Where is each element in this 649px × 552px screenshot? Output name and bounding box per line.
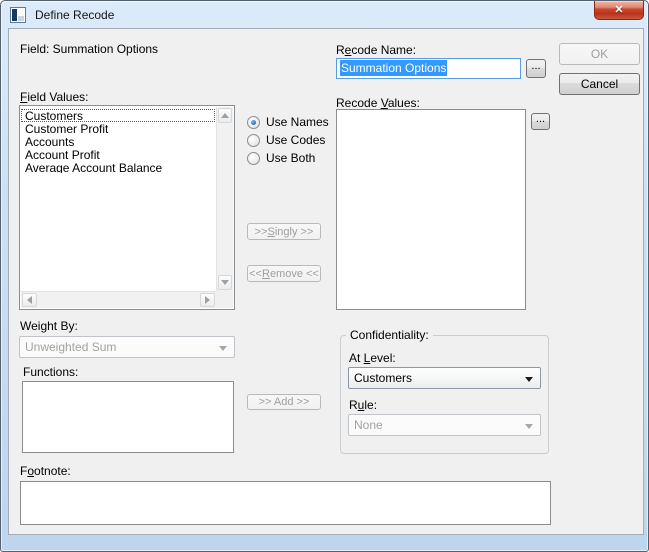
footnote-textarea[interactable] [20,481,551,525]
singly-button[interactable]: >> Singly >> [247,223,321,240]
confidentiality-group: Confidentiality: At Level: Customers Rul… [340,335,549,454]
at-level-value: Customers [354,371,412,385]
rule-value: None [354,418,383,432]
title-bar: Define Recode [1,1,648,28]
radio-icon [247,116,260,129]
scroll-up-button[interactable] [218,108,232,123]
ok-button[interactable]: OK [559,43,640,65]
define-recode-dialog: Define Recode ✕ Field: Summation Options… [0,0,649,552]
rule-combo[interactable]: None [348,414,541,436]
scroll-left-button[interactable] [22,293,37,307]
scroll-right-button[interactable] [200,293,215,307]
scrollbar-corner [216,291,233,308]
recode-name-browse-button[interactable]: ... [526,59,546,78]
recode-name-label: Recode Name: [336,43,416,57]
remove-button[interactable]: << Remove << [247,265,321,282]
radio-label: Use Both [266,151,315,165]
list-item[interactable]: Accounts [21,135,215,148]
radio-use-names[interactable]: Use Names [247,115,329,129]
scroll-up-icon [221,113,229,118]
field-values-listbox[interactable]: Customers Customer Profit Accounts Accou… [19,105,235,310]
functions-label: Functions: [23,365,78,379]
cancel-button[interactable]: Cancel [559,73,640,95]
recode-values-browse-button[interactable]: ... [531,113,550,130]
recode-values-listbox[interactable] [336,109,526,310]
radio-icon [247,134,260,147]
horizontal-scrollbar[interactable] [21,291,216,308]
scroll-down-icon [221,280,229,285]
field-values-items: Customers Customer Profit Accounts Accou… [21,109,215,174]
radio-use-codes[interactable]: Use Codes [247,133,325,147]
chevron-down-icon [525,424,533,429]
at-level-combo[interactable]: Customers [348,367,541,389]
list-item[interactable]: Customer Profit [21,122,215,135]
scroll-right-icon [205,296,210,304]
rule-label: Rule: [349,398,377,412]
selected-text: Summation Options [340,60,447,76]
field-info-label: Field: Summation Options [20,42,158,56]
recode-values-label: Recode Values: [336,96,420,110]
radio-use-both[interactable]: Use Both [247,151,315,165]
confidentiality-label: Confidentiality: [346,328,433,342]
app-icon [10,7,26,23]
radio-label: Use Names [266,115,329,129]
chevron-down-icon [525,377,533,382]
at-level-label: At Level: [349,351,396,365]
weight-by-label: Weight By: [20,319,78,333]
functions-listbox[interactable] [22,381,234,453]
footnote-label: Footnote: [20,464,71,478]
list-item[interactable]: Customers [21,109,215,122]
close-icon: ✕ [614,5,623,16]
radio-label: Use Codes [266,133,325,147]
chevron-down-icon [219,346,227,351]
weight-by-combo[interactable]: Unweighted Sum [19,336,235,358]
vertical-scrollbar[interactable] [216,107,233,291]
field-values-label: Field Values: [20,90,89,104]
window-title: Define Recode [35,8,114,22]
radio-icon [247,152,260,165]
dialog-body: Field: Summation Options Recode Name: Su… [8,28,644,535]
close-button[interactable]: ✕ [594,1,644,20]
add-button[interactable]: >> Add >> [247,394,321,410]
weight-by-value: Unweighted Sum [25,340,116,354]
recode-name-input[interactable]: Summation Options [336,58,521,79]
scroll-down-button[interactable] [218,275,232,290]
list-item[interactable]: Account Profit [21,148,215,161]
scroll-left-icon [27,296,32,304]
list-item[interactable]: Average Account Balance [21,161,215,174]
